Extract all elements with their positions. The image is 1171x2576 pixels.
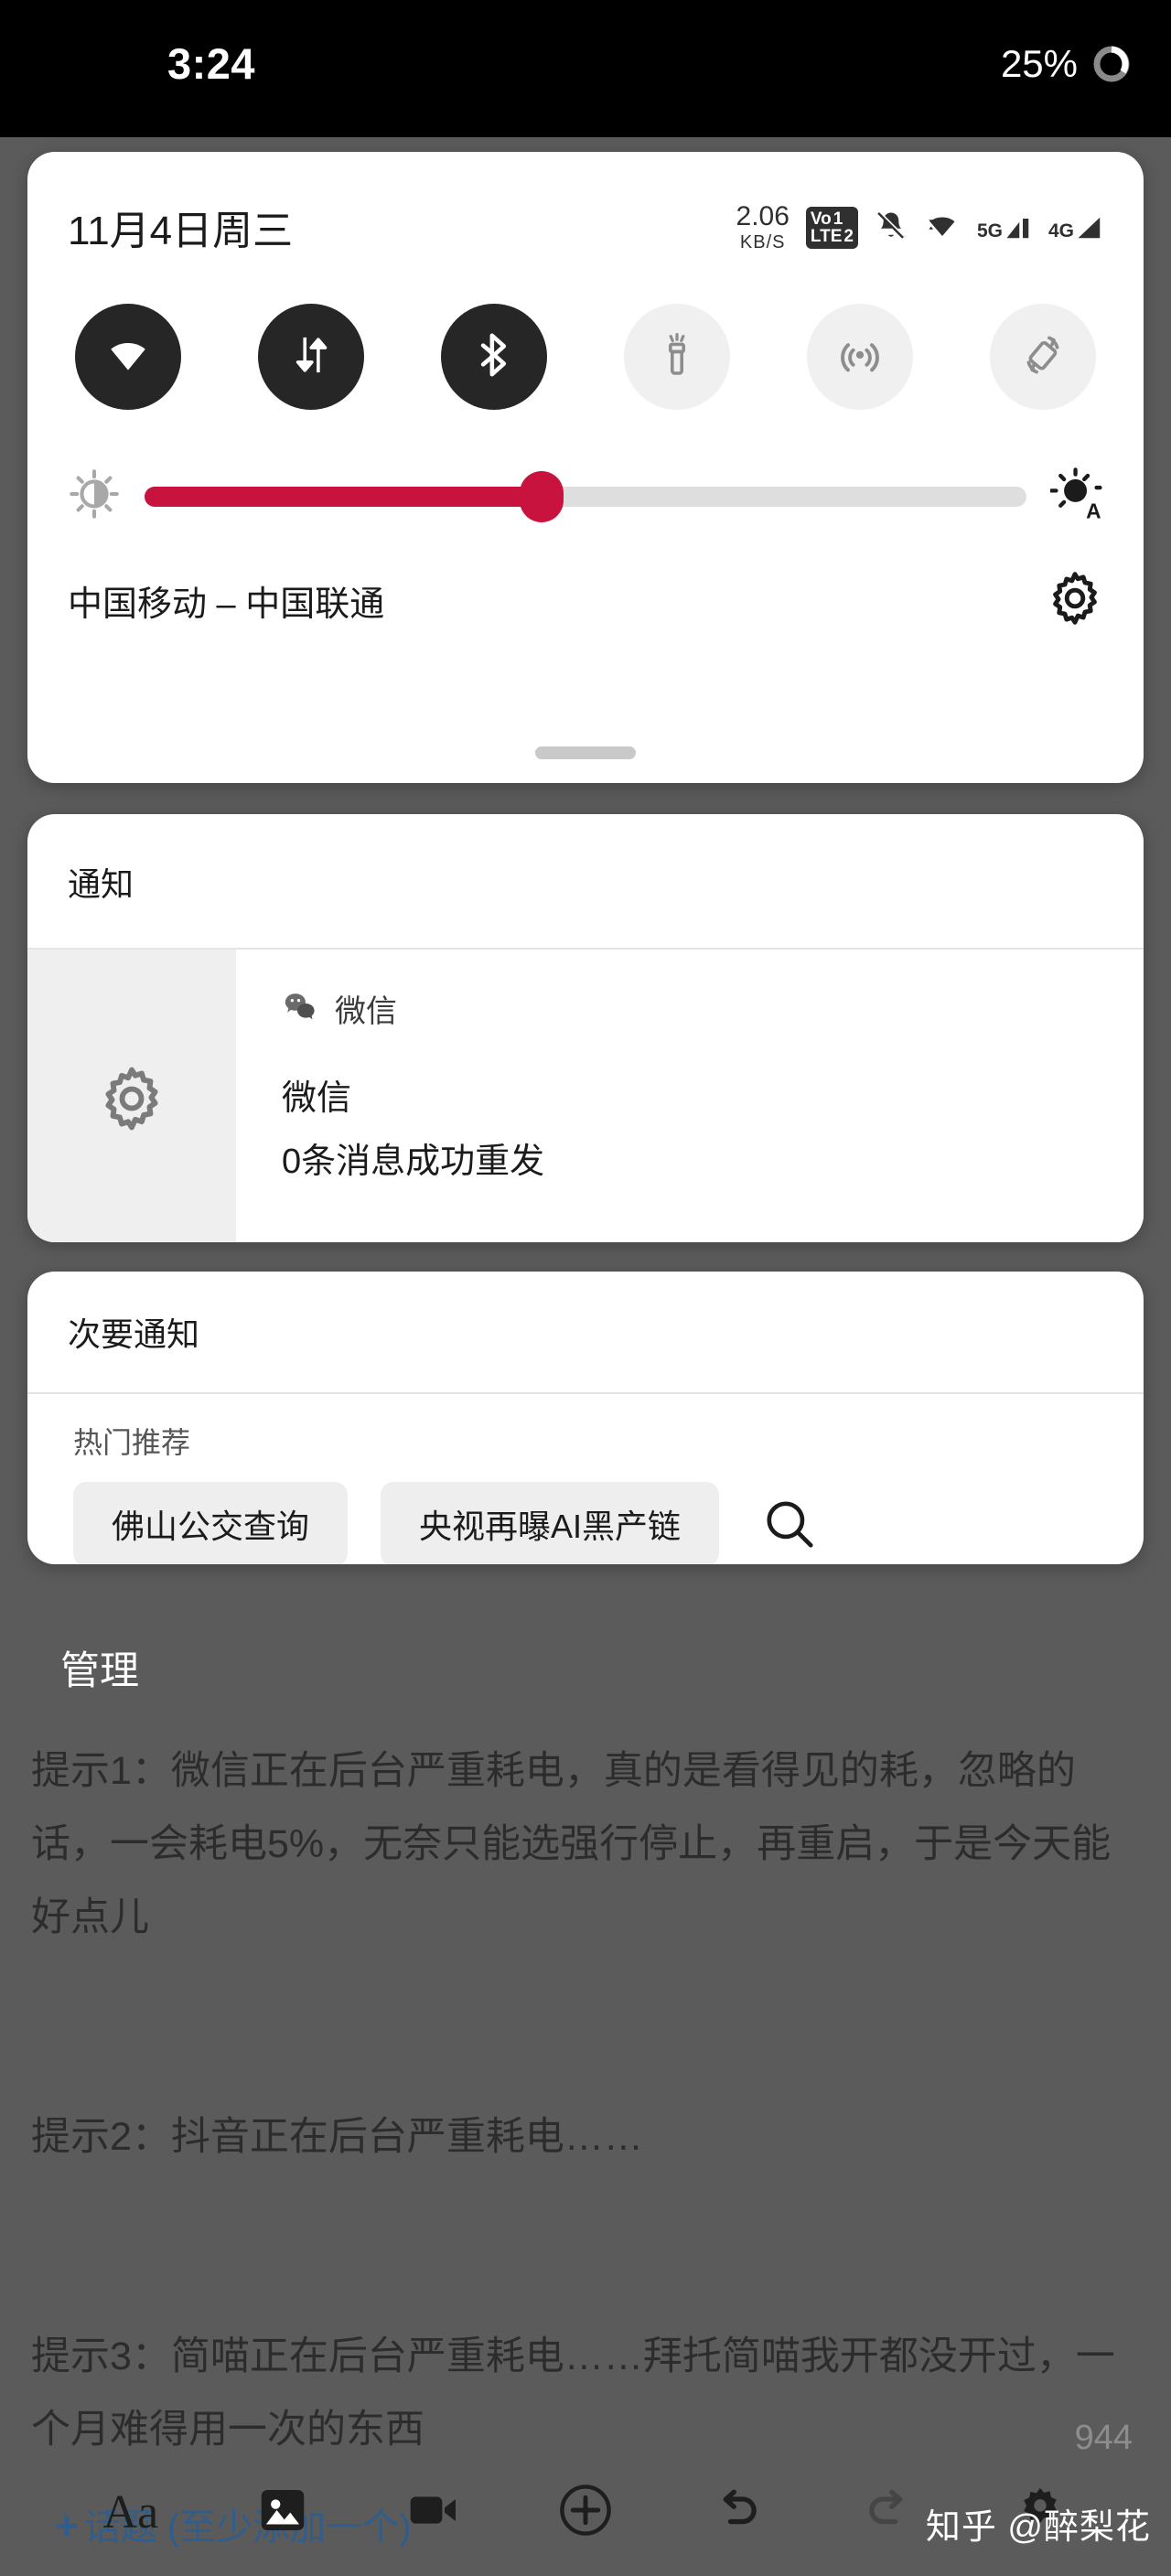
volte-line1-b: 1 <box>833 209 843 229</box>
notification-item[interactable]: 微信 微信 0条消息成功重发 <box>27 950 1144 1242</box>
toggle-wifi[interactable] <box>75 304 181 410</box>
signal-5g-icon: 5G <box>977 213 1032 242</box>
status-bar-right: 25% <box>1001 42 1133 86</box>
recommendation-chip[interactable]: 佛山公交查询 <box>73 1482 349 1564</box>
add-button[interactable] <box>546 2473 625 2551</box>
wifi-icon <box>924 209 961 246</box>
quick-settings-footer: 中国移动 – 中国联通 <box>27 526 1144 631</box>
hotspot-icon <box>836 331 884 383</box>
notification-title: 微信 <box>282 1079 352 1118</box>
toggle-flashlight[interactable] <box>624 304 730 410</box>
gear-icon[interactable] <box>98 1065 166 1137</box>
signal-4g-label: 4G <box>1047 220 1074 242</box>
auto-rotate-icon <box>1019 331 1067 383</box>
hot-recommendations-label: 热门推荐 <box>73 1426 191 1459</box>
manage-button[interactable]: 管理 <box>60 1649 139 1693</box>
status-bar: 3:24 25% <box>0 0 1171 137</box>
search-icon[interactable] <box>761 1496 818 1552</box>
wechat-icon <box>282 990 318 1027</box>
toggle-mobile-data[interactable] <box>258 304 364 410</box>
watermark: 知乎 @醉梨花 <box>925 2508 1151 2547</box>
battery-ring-icon <box>1090 43 1133 85</box>
brightness-low-icon <box>68 467 121 525</box>
post-line: 提示1：微信正在后台严重耗电，真的是看得见的耗，忽略的话，一会耗电5%，无奈只能… <box>31 1749 1112 1939</box>
signal-4g-icon: 4G <box>1048 213 1103 242</box>
notifications-header: 通知 <box>68 865 134 903</box>
quick-settings-toggles <box>27 256 1144 410</box>
notification-settings-gutter[interactable] <box>27 950 236 1242</box>
toggle-auto-rotate[interactable] <box>990 304 1096 410</box>
secondary-notifications-header: 次要通知 <box>68 1315 200 1353</box>
signal-5g-label: 5G <box>976 220 1003 242</box>
brightness-auto-icon[interactable]: A <box>1049 467 1103 526</box>
status-bar-clock: 3:24 <box>167 39 256 88</box>
text-format-button[interactable]: Aa <box>91 2473 170 2551</box>
notifications-panel: 通知 微信 微信 0条消息成功重发 <box>27 814 1144 1242</box>
insert-image-button[interactable] <box>243 2473 322 2551</box>
plus-circle-icon <box>555 2480 616 2545</box>
network-speed-unit: KB/S <box>739 232 786 252</box>
brightness-row: A <box>27 410 1144 526</box>
redo-icon <box>859 2481 918 2544</box>
phone-screen: 提示1：微信正在后台严重耗电，真的是看得见的耗，忽略的话，一会耗电5%，无奈只能… <box>0 0 1171 2576</box>
volte-line2-b: 2 <box>843 226 854 246</box>
carrier-label: 中国移动 – 中国联通 <box>68 585 385 624</box>
brightness-slider-fill <box>145 486 542 507</box>
volte-icon: Vo 1 LTE 2 <box>805 206 858 249</box>
undo-button[interactable] <box>698 2473 777 2551</box>
quick-settings-header: 11月4日周三 2.06 KB/S Vo 1 LTE 2 5G 4G <box>27 152 1144 256</box>
bell-muted-icon <box>875 209 908 246</box>
post-line: 提示3：简喵正在后台严重耗电……拜托简喵我开都没开过，一个月难得用一次的东西 <box>31 2334 1115 2452</box>
panel-status-icons: 2.06 KB/S Vo 1 LTE 2 5G 4G <box>736 198 1103 252</box>
brightness-slider-knob[interactable] <box>519 470 564 522</box>
svg-text:A: A <box>1086 499 1101 521</box>
network-speed-indicator: 2.06 KB/S <box>736 203 790 252</box>
notification-text: 0条消息成功重发 <box>282 1143 545 1181</box>
brightness-slider[interactable] <box>145 470 1026 522</box>
toggle-hotspot[interactable] <box>807 304 913 410</box>
wifi-icon <box>102 332 154 382</box>
panel-drag-handle[interactable] <box>535 746 636 759</box>
insert-video-button[interactable] <box>394 2473 473 2551</box>
toggle-bluetooth[interactable] <box>441 304 547 410</box>
flashlight-icon <box>655 331 699 383</box>
settings-gear-button[interactable] <box>1047 570 1103 631</box>
volte-line2-a: LTE <box>810 226 843 246</box>
secondary-notifications-panel: 次要通知 热门推荐 佛山公交查询 央视再曝AI黑产链 <box>27 1272 1144 1564</box>
notification-app-row: 微信 <box>282 986 1144 1031</box>
bluetooth-icon <box>470 331 518 383</box>
notification-content[interactable]: 微信 微信 0条消息成功重发 <box>236 950 1144 1242</box>
video-icon <box>404 2481 463 2544</box>
undo-icon <box>708 2481 767 2544</box>
battery-percent-label: 25% <box>1000 42 1078 85</box>
notification-app-name: 微信 <box>335 994 397 1029</box>
recommendation-chip[interactable]: 央视再曝AI黑产链 <box>381 1482 720 1564</box>
data-arrows-icon <box>286 330 336 384</box>
network-speed-value: 2.06 <box>736 201 790 231</box>
quick-settings-panel: 11月4日周三 2.06 KB/S Vo 1 LTE 2 5G 4G A 中国移… <box>27 152 1144 783</box>
image-icon <box>254 2482 311 2543</box>
post-line: 提示2：抖音正在后台严重耗电…… <box>31 2115 643 2159</box>
text-format-icon: Aa <box>102 2485 159 2538</box>
date-label: 11月4日周三 <box>68 209 294 253</box>
redo-button[interactable] <box>849 2473 928 2551</box>
volte-line1-a: Vo <box>810 209 832 229</box>
recommendation-chips: 佛山公交查询 央视再曝AI黑产链 <box>27 1462 1144 1564</box>
post-editor-text[interactable]: 提示1：微信正在后台严重耗电，真的是看得见的耗，忽略的话，一会耗电5%，无奈只能… <box>31 1588 1147 2576</box>
